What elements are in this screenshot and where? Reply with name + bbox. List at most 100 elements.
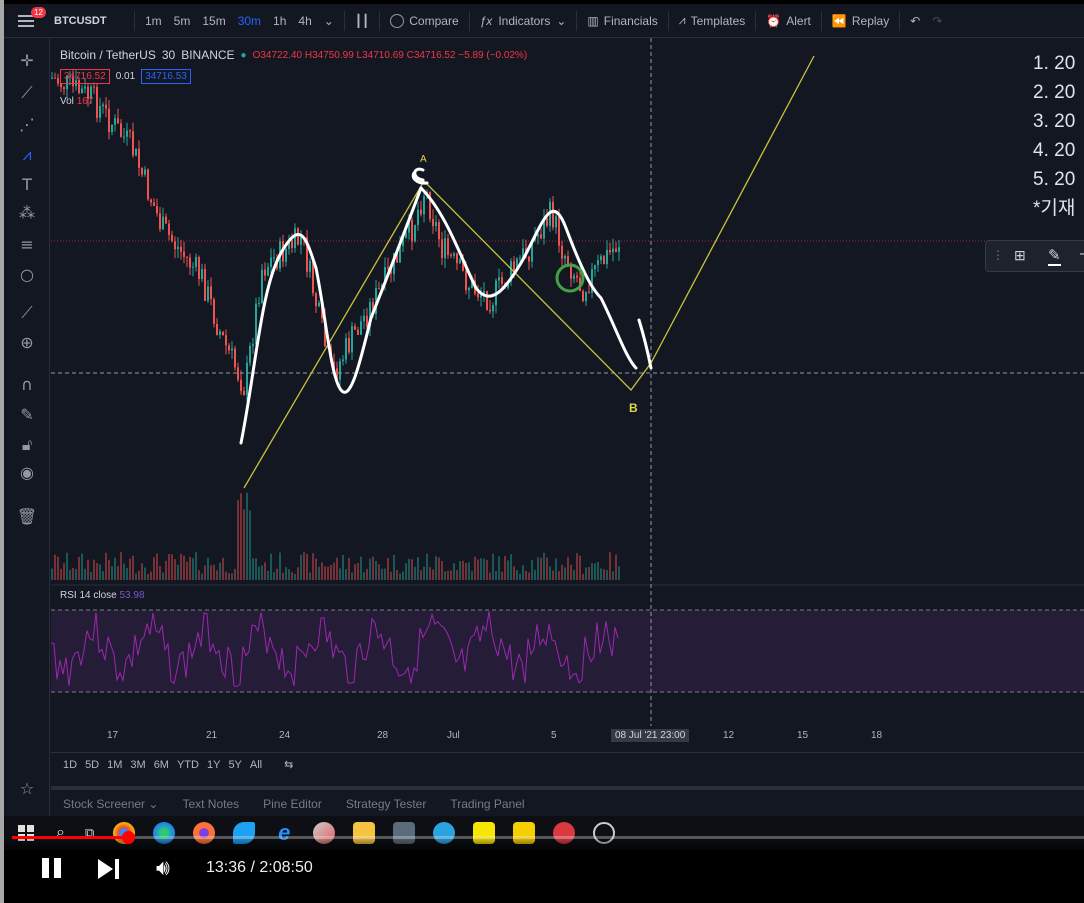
tab-stock-screener[interactable]: Stock Screener ⌄ — [51, 797, 170, 811]
eye-icon[interactable]: ◉ — [16, 462, 38, 484]
range-1m[interactable]: 1M — [107, 759, 122, 771]
undo-icon[interactable]: ↶ — [904, 4, 926, 38]
range-ytd[interactable]: YTD — [177, 759, 199, 771]
compare-button[interactable]: Compare — [384, 4, 464, 38]
volume-bar — [309, 572, 311, 580]
volume-bar — [192, 558, 194, 580]
chart-type-icon[interactable]: ┃┃ — [349, 4, 375, 38]
buy-price-box[interactable]: 34716.53 — [141, 69, 191, 84]
volume-legend: Vol 167 — [60, 96, 94, 107]
candle-body — [108, 108, 110, 133]
shapes-tool-icon[interactable]: ○ — [16, 264, 38, 286]
bid-ask-row: 34716.52 0.01 34716.53 — [60, 69, 191, 84]
volume-bar — [324, 566, 326, 580]
candle-body — [348, 338, 350, 353]
magnet-icon[interactable]: ∩ — [16, 374, 38, 396]
interval-5m[interactable]: 5m — [168, 4, 197, 38]
trash-icon[interactable]: 🗑︎ — [16, 506, 38, 528]
interval-1h[interactable]: 1h — [267, 4, 292, 38]
volume-bar — [609, 552, 611, 580]
range-1d[interactable]: 1D — [63, 759, 77, 771]
ruler-icon[interactable]: ⟋ — [16, 302, 38, 324]
tab-pine-editor[interactable]: Pine Editor — [251, 797, 334, 811]
lock-icon[interactable]: 🔓︎ — [16, 434, 38, 456]
volume-bar — [210, 565, 212, 580]
candle-body — [585, 291, 587, 301]
line-style-icon[interactable]: — — [1080, 245, 1084, 263]
volume-bar — [204, 565, 206, 580]
lock-drawing-icon[interactable]: ✎ — [16, 404, 38, 426]
volume-bar — [141, 563, 143, 580]
menu-button[interactable]: 12 — [4, 4, 48, 38]
drag-handle-icon[interactable]: ⋮ — [992, 248, 1004, 262]
star-icon[interactable]: ☆ — [16, 778, 38, 800]
next-button[interactable] — [98, 858, 122, 880]
progress-scrubber[interactable] — [121, 831, 135, 844]
interval-30m[interactable]: 30m — [232, 4, 267, 38]
candle-body — [144, 169, 146, 175]
volume-icon[interactable]: 🔊︎ — [156, 857, 184, 881]
candle-body — [192, 266, 194, 268]
candle-body — [84, 86, 86, 89]
interval-4h[interactable]: 4h — [292, 4, 317, 38]
trend-line-icon[interactable]: ⟋ — [16, 82, 38, 104]
volume-bar — [276, 568, 278, 580]
range-5y[interactable]: 5Y — [228, 759, 241, 771]
volume-bar — [267, 570, 269, 580]
zoom-in-icon[interactable]: ⊕ — [16, 332, 38, 354]
templates-button[interactable]: ⩘ Templates — [673, 4, 751, 38]
candle-body — [102, 104, 104, 107]
financials-button[interactable]: ▥ Financials — [581, 4, 663, 38]
range-all[interactable]: All — [250, 759, 262, 771]
tab-text-notes[interactable]: Text Notes — [170, 797, 251, 811]
pattern-tool-icon[interactable]: ⩘ — [16, 144, 38, 166]
volume-bar — [195, 552, 197, 580]
interval-dropdown-icon[interactable]: ⌄ — [318, 4, 340, 38]
tab-trading-panel[interactable]: Trading Panel — [438, 797, 536, 811]
candle-body — [441, 239, 443, 259]
interval-15m[interactable]: 15m — [196, 4, 231, 38]
volume-bar — [405, 563, 407, 580]
candle-body — [243, 390, 245, 395]
volume-bar — [216, 570, 218, 580]
volume-bar — [420, 570, 422, 580]
volume-bar — [321, 562, 323, 580]
alert-button[interactable]: ⏰ Alert — [760, 4, 817, 38]
tab-strategy-tester[interactable]: Strategy Tester — [334, 797, 438, 811]
range-1y[interactable]: 1Y — [207, 759, 220, 771]
interval-1m[interactable]: 1m — [139, 4, 168, 38]
progress-track[interactable] — [12, 836, 1084, 839]
pause-button[interactable] — [40, 856, 64, 880]
text-tool-icon[interactable]: T — [16, 174, 38, 196]
symbol-search[interactable]: BTCUSDT — [48, 4, 130, 38]
volume-bar — [417, 557, 419, 580]
measure-tool-icon[interactable]: ≡ — [16, 234, 38, 256]
price-chart[interactable] — [51, 38, 1084, 726]
template-icon[interactable]: ⊞ — [1014, 247, 1026, 264]
indicators-button[interactable]: ƒx Indicators ⌄ — [474, 4, 573, 38]
redo-icon[interactable]: ↷ — [926, 4, 948, 38]
candle-body — [99, 106, 101, 118]
volume-bar — [531, 559, 533, 580]
range-6m[interactable]: 6M — [154, 759, 169, 771]
video-player-controls: 🔊︎ 13:36 / 2:08:50 — [4, 831, 1084, 903]
goto-date-icon[interactable]: ⇆ — [284, 758, 293, 771]
candle-body — [414, 224, 416, 242]
candle-body — [552, 201, 554, 228]
fib-tool-icon[interactable]: ⋰ — [16, 114, 38, 136]
prediction-tool-icon[interactable]: ⁂ — [16, 202, 38, 224]
range-5d[interactable]: 5D — [85, 759, 99, 771]
chart-pane[interactable]: Bitcoin / TetherUS 30 BINANCE ● O34722.4… — [51, 38, 1084, 726]
candle-body — [147, 169, 149, 200]
candle-body — [81, 88, 83, 93]
volume-bar — [132, 555, 134, 580]
sell-price-box[interactable]: 34716.52 — [60, 69, 110, 84]
range-3m[interactable]: 3M — [130, 759, 145, 771]
replay-button[interactable]: ⏪ Replay — [826, 4, 895, 38]
crosshair-icon[interactable]: ✛ — [16, 50, 38, 72]
volume-bar — [315, 558, 317, 580]
volume-bar — [456, 570, 458, 580]
time-axis[interactable]: 17 21 24 28 Jul 5 12 15 18 08 Jul '21 23… — [51, 726, 1084, 748]
pencil-icon[interactable]: ✎ — [1048, 246, 1061, 266]
volume-bar — [120, 552, 122, 580]
